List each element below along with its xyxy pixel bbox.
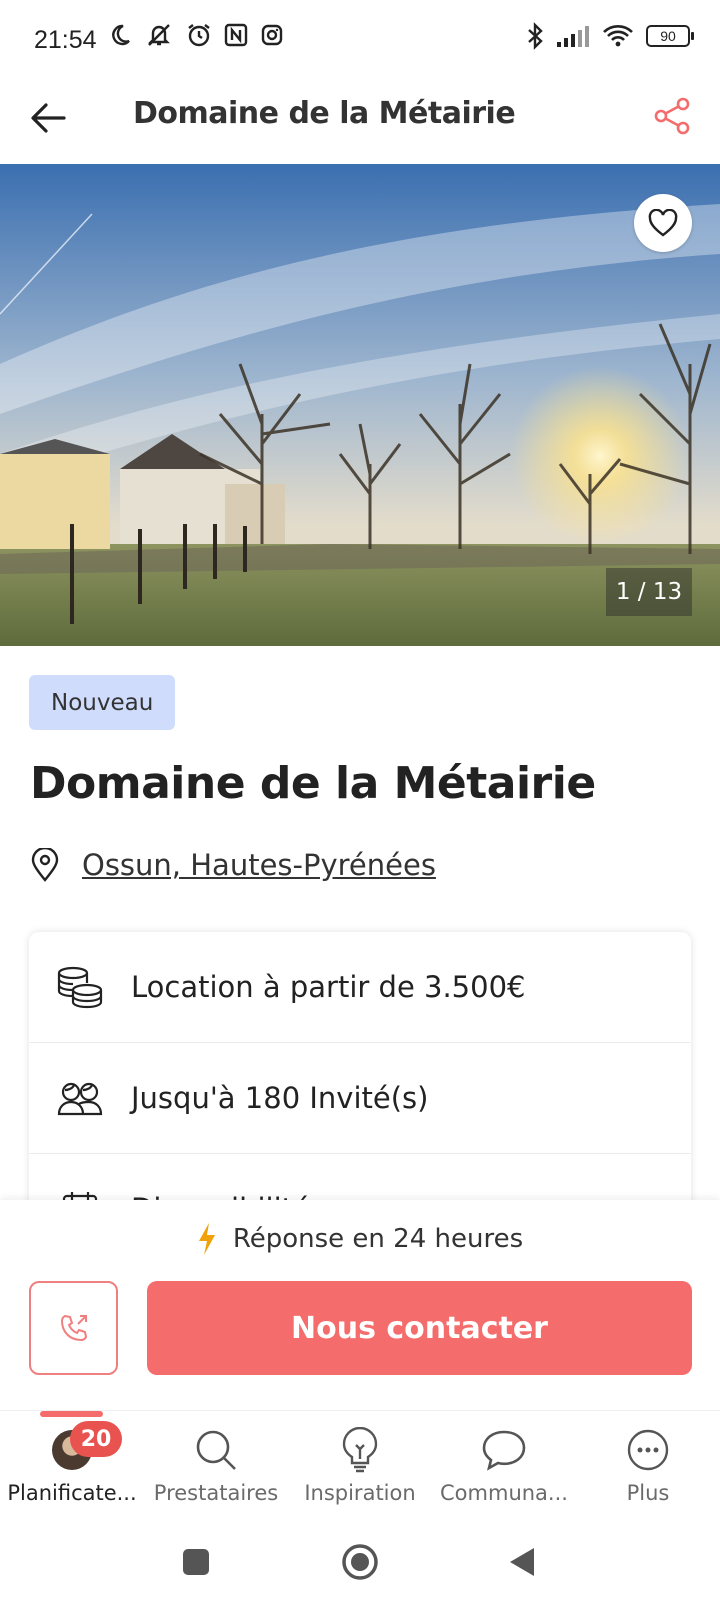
favorite-button[interactable] bbox=[634, 194, 692, 252]
home-button[interactable] bbox=[340, 1542, 380, 1582]
more-icon bbox=[627, 1429, 669, 1471]
nav-item-prestataires[interactable]: Prestataires bbox=[146, 1425, 286, 1505]
nav-icon-wrapper bbox=[578, 1425, 718, 1475]
venue-title: Domaine de la Métairie bbox=[30, 758, 596, 809]
back-button[interactable] bbox=[24, 94, 72, 142]
wifi-icon bbox=[603, 25, 633, 47]
status-time: 21:54 bbox=[34, 26, 97, 54]
nav-icon-wrapper bbox=[290, 1425, 430, 1475]
status-bar: 21:54 90 bbox=[0, 0, 720, 80]
call-button[interactable] bbox=[29, 1281, 118, 1375]
recent-apps-button[interactable] bbox=[176, 1542, 216, 1582]
heart-icon bbox=[648, 209, 678, 237]
app-header: Domaine de la Métairie bbox=[0, 80, 720, 164]
page-title: Domaine de la Métairie bbox=[133, 96, 516, 131]
search-icon bbox=[196, 1430, 236, 1470]
instagram-icon bbox=[261, 24, 283, 46]
nav-label-planificateur: Planificate... bbox=[7, 1481, 137, 1505]
nav-label-prestataires: Prestataires bbox=[153, 1481, 279, 1505]
chat-bubble-icon bbox=[482, 1430, 526, 1471]
response-time-text: Réponse en 24 heures bbox=[232, 1224, 524, 1254]
price-row: Location à partir de 3.500€ bbox=[29, 932, 691, 1043]
photo-counter: 1 / 13 bbox=[606, 568, 692, 616]
notification-badge: 20 bbox=[70, 1421, 122, 1457]
signal-icon bbox=[557, 26, 589, 47]
nav-item-communaute[interactable]: Communa... bbox=[434, 1425, 574, 1505]
nav-active-indicator bbox=[40, 1411, 103, 1417]
location-link[interactable]: Ossun, Hautes-Pyrénées bbox=[82, 848, 436, 882]
share-icon bbox=[654, 97, 690, 135]
status-icons-right: 90 bbox=[526, 22, 694, 50]
guests-row: Jusqu'à 180 Invité(s) bbox=[29, 1043, 691, 1154]
circle-home-icon bbox=[342, 1544, 378, 1580]
guests-text: Jusqu'à 180 Invité(s) bbox=[131, 1081, 429, 1115]
guests-icon bbox=[55, 1073, 105, 1123]
nav-item-inspiration[interactable]: Inspiration bbox=[290, 1425, 430, 1505]
moon-icon bbox=[112, 24, 130, 46]
contact-button[interactable]: Nous contacter bbox=[147, 1281, 692, 1375]
arrow-left-icon bbox=[31, 103, 66, 133]
bluetooth-icon bbox=[528, 22, 543, 50]
lightbulb-icon bbox=[342, 1427, 378, 1473]
nav-label-inspiration: Inspiration bbox=[304, 1481, 416, 1505]
info-card: Location à partir de 3.500€ Jusqu'à 180 … bbox=[29, 932, 691, 1222]
coins-icon bbox=[55, 962, 105, 1012]
nav-item-plus[interactable]: Plus bbox=[578, 1425, 718, 1505]
lightning-icon bbox=[198, 1223, 215, 1255]
location-row: Ossun, Hautes-Pyrénées bbox=[30, 848, 436, 882]
system-back-button[interactable] bbox=[502, 1542, 542, 1582]
nav-label-communaute: Communa... bbox=[440, 1481, 568, 1505]
triangle-back-icon bbox=[510, 1548, 534, 1576]
silent-icon bbox=[148, 24, 170, 46]
square-icon bbox=[183, 1549, 209, 1575]
contact-panel: Réponse en 24 heures Nous contacter bbox=[0, 1200, 720, 1410]
nav-item-planificateur[interactable]: 20 Planificate... bbox=[2, 1421, 142, 1505]
battery-indicator: 90 bbox=[646, 25, 694, 47]
nav-icon-wrapper bbox=[434, 1425, 574, 1475]
system-nav-bar bbox=[0, 1520, 720, 1600]
alarm-icon bbox=[188, 24, 210, 47]
nfc-icon bbox=[224, 23, 248, 47]
phone-outgoing-icon bbox=[60, 1314, 87, 1342]
hero-photo-carousel[interactable]: 1 / 13 bbox=[0, 164, 720, 646]
status-icons-left bbox=[108, 22, 284, 48]
map-pin-icon bbox=[31, 848, 59, 882]
new-badge: Nouveau bbox=[29, 675, 176, 730]
share-button[interactable] bbox=[646, 90, 698, 142]
nav-icon-wrapper bbox=[146, 1425, 286, 1475]
price-text: Location à partir de 3.500€ bbox=[131, 970, 526, 1004]
response-time-row: Réponse en 24 heures bbox=[0, 1222, 720, 1256]
bottom-nav: 20 Planificate... Prestataires Inspirati… bbox=[0, 1410, 720, 1520]
nav-label-plus: Plus bbox=[626, 1481, 670, 1505]
